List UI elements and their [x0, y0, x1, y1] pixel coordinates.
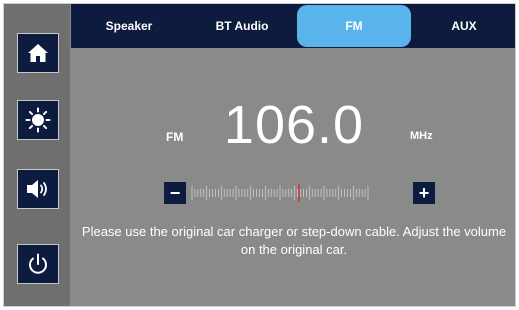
- tab-speaker[interactable]: Speaker: [71, 4, 187, 48]
- frequency-display: 106.0: [223, 95, 365, 155]
- volume-icon: [27, 180, 47, 198]
- volume-button[interactable]: [17, 169, 59, 209]
- home-button[interactable]: [17, 33, 59, 73]
- app-frame: Speaker BT Audio FM AUX FM 106.0 MHz − +…: [3, 3, 516, 307]
- band-label: FM: [166, 130, 184, 144]
- tab-aux[interactable]: AUX: [411, 4, 515, 48]
- tab-fm[interactable]: FM: [297, 5, 411, 47]
- brightness-button[interactable]: [17, 100, 59, 140]
- tuning-dial[interactable]: [190, 182, 370, 204]
- power-button[interactable]: [17, 244, 59, 284]
- fm-panel: FM 106.0 MHz − + Please use the original…: [71, 48, 515, 306]
- frequency-down-button[interactable]: −: [164, 182, 186, 204]
- source-tabs: Speaker BT Audio FM AUX: [71, 4, 515, 48]
- sidebar: [4, 4, 70, 306]
- brightness-icon: [25, 107, 51, 133]
- frequency-up-button[interactable]: +: [413, 182, 435, 204]
- power-icon: [29, 253, 47, 274]
- notice-text: Please use the original car charger or s…: [81, 224, 507, 257]
- tab-bt-audio[interactable]: BT Audio: [187, 4, 297, 48]
- unit-label: MHz: [410, 130, 433, 142]
- home-icon: [28, 44, 48, 62]
